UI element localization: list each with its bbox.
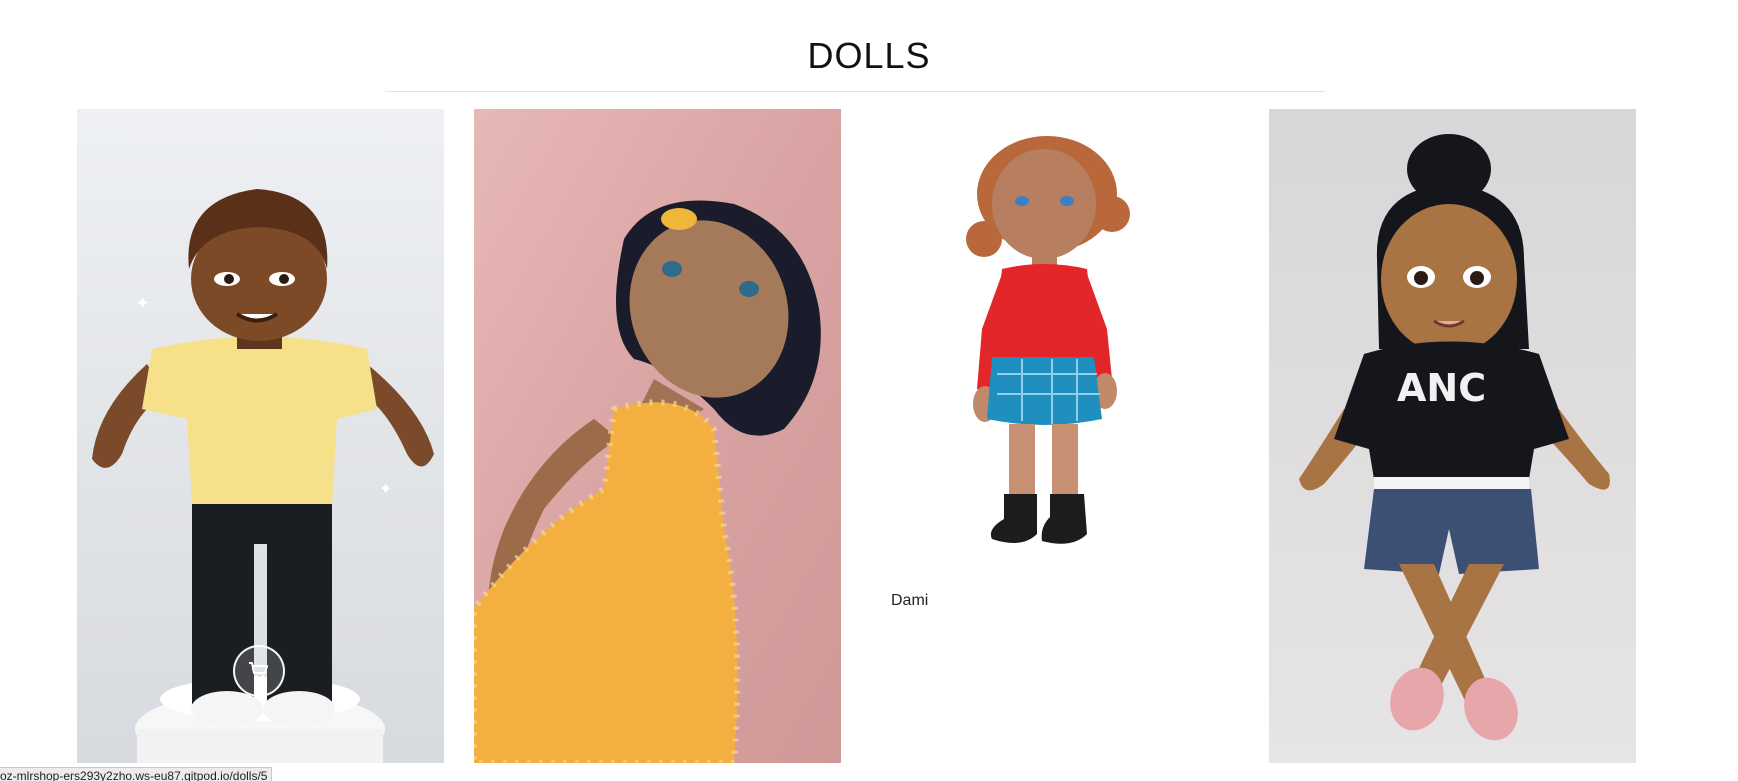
svg-text:ANC: ANC [1397,366,1486,410]
page: DOLLS ✦ ✦ Dami ANC oz-mlrshop-ers293y2zh… [0,0,1738,781]
browser-status-url: oz-mlrshop-ers293y2zho.ws-eu87.gitpod.io… [0,767,273,781]
shopping-cart-icon [249,662,268,679]
svg-text:✦: ✦ [379,479,392,498]
doll-orange-dress-image [474,109,841,763]
product-card-2[interactable] [474,109,841,763]
doll-black-hoodie-image: ANC [1269,109,1636,763]
product-card-3[interactable] [872,109,1239,763]
product-card-4[interactable]: ANC [1269,109,1636,763]
svg-text:✦: ✦ [135,293,150,314]
title-divider [385,91,1325,92]
page-title: DOLLS [807,35,931,76]
add-to-cart-button[interactable] [233,645,285,697]
product-name[interactable]: Dami [891,592,928,610]
doll-red-top-blue-skirt-image [872,109,1239,763]
